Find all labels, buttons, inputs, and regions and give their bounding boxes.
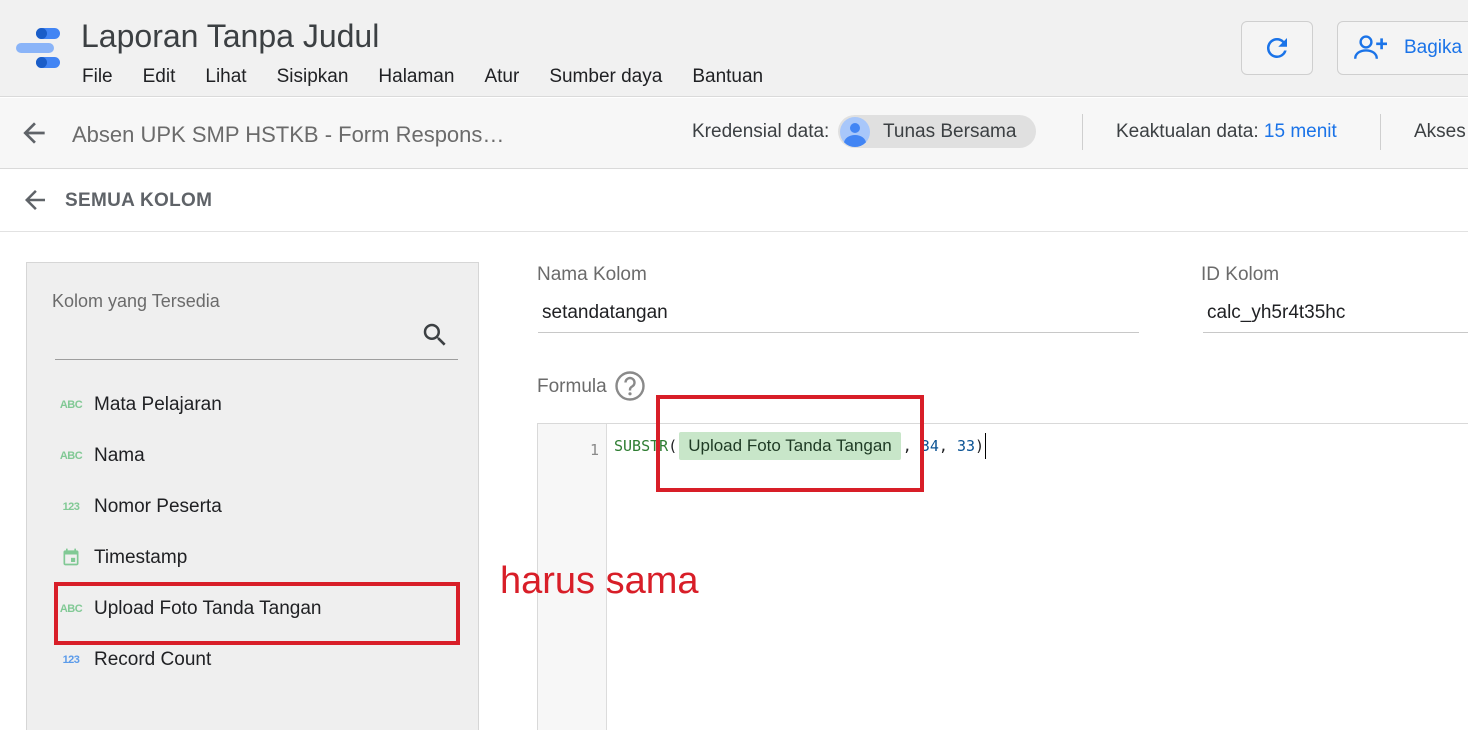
menu-bar: File Edit Lihat Sisipkan Halaman Atur Su… (82, 66, 763, 88)
available-fields-panel: Kolom yang Tersedia ABC Mata Pelajaran A… (26, 262, 479, 730)
report-title[interactable]: Laporan Tanpa Judul (81, 18, 379, 55)
add-person-icon (1354, 35, 1387, 59)
field-item[interactable]: 123 Nomor Peserta (59, 492, 419, 522)
access-label[interactable]: Akses (1414, 121, 1466, 143)
field-label: Timestamp (94, 547, 188, 568)
divider (1380, 114, 1381, 150)
annotation-note: harus sama (500, 560, 699, 602)
menu-help[interactable]: Bantuan (692, 66, 763, 88)
search-input[interactable] (55, 359, 458, 360)
metric-type-icon: 123 (62, 654, 80, 666)
menu-file[interactable]: File (82, 66, 113, 88)
credential-owner: Tunas Bersama (883, 120, 1017, 142)
panel-title: Kolom yang Tersedia (52, 291, 220, 311)
field-label: Nomor Peserta (94, 496, 222, 517)
refresh-icon (1266, 37, 1287, 58)
field-item[interactable]: ABC Mata Pelajaran (59, 390, 419, 420)
all-columns-header: SEMUA KOLOM (0, 170, 1468, 232)
menu-insert[interactable]: Sisipkan (277, 66, 349, 88)
text-cursor (985, 433, 987, 459)
field-label: Mata Pelajaran (94, 394, 222, 415)
help-icon[interactable] (614, 370, 646, 402)
avatar (840, 116, 870, 147)
data-source-name[interactable]: Absen UPK SMP HSTKB - Form Respons… (72, 122, 504, 148)
credential-chip[interactable]: Tunas Bersama (838, 115, 1036, 148)
menu-page[interactable]: Halaman (378, 66, 454, 88)
share-button[interactable]: Bagika (1337, 21, 1468, 75)
annotation-box-field (54, 582, 460, 645)
freshness-link[interactable]: 15 menit (1264, 121, 1337, 142)
back-arrow-icon[interactable] (20, 185, 50, 215)
freshness-label: Keaktualan data: (1116, 121, 1259, 142)
field-item[interactable]: ABC Nama (59, 441, 419, 471)
column-name-input[interactable]: setandatangan (542, 302, 668, 324)
all-columns-link[interactable]: SEMUA KOLOM (65, 190, 212, 212)
formula-separator: , (938, 437, 948, 455)
data-source-bar: Absen UPK SMP HSTKB - Form Respons… Kred… (0, 98, 1468, 169)
column-id-input[interactable]: calc_yh5r4t35hc (1207, 302, 1345, 324)
menu-view[interactable]: Lihat (205, 66, 246, 88)
number-type-icon: 123 (62, 501, 80, 513)
line-number: 1 (589, 441, 599, 459)
field-item[interactable]: 123 Record Count (59, 645, 419, 675)
formula-arg-length: 33 (956, 437, 976, 455)
column-id-label: ID Kolom (1201, 264, 1280, 285)
formula-close-paren: ) (975, 437, 985, 455)
column-name-label: Nama Kolom (537, 264, 647, 285)
field-label: Nama (94, 445, 145, 466)
column-name-underline (538, 332, 1139, 333)
calendar-icon (59, 547, 83, 570)
search-icon[interactable] (420, 320, 450, 350)
menu-arrange[interactable]: Atur (484, 66, 519, 88)
back-arrow-icon[interactable] (18, 117, 50, 149)
divider (1082, 114, 1083, 150)
text-type-icon: ABC (59, 450, 83, 462)
looker-studio-logo-icon[interactable] (16, 27, 62, 69)
share-label: Bagika (1404, 37, 1463, 58)
refresh-button[interactable] (1241, 21, 1313, 75)
column-id-underline (1203, 332, 1468, 333)
credential-label: Kredensial data: (692, 121, 830, 142)
app-bar: Laporan Tanpa Judul File Edit Lihat Sisi… (0, 0, 1468, 97)
annotation-box-formula (656, 395, 924, 492)
menu-resources[interactable]: Sumber daya (549, 66, 662, 88)
formula-label: Formula (537, 376, 607, 397)
field-label: Record Count (94, 649, 212, 670)
field-item[interactable]: Timestamp (59, 543, 419, 573)
menu-edit[interactable]: Edit (143, 66, 176, 88)
data-freshness: Keaktualan data: 15 menit (1116, 121, 1337, 143)
text-type-icon: ABC (59, 399, 83, 411)
